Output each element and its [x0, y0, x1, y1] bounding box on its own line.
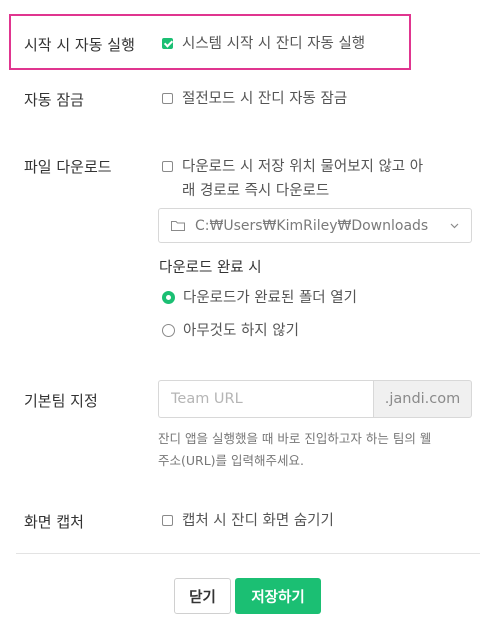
download-path-value: C:₩Users₩KimRiley₩Downloads: [195, 217, 429, 234]
footer-divider: [16, 553, 480, 554]
auto-lock-label: 자동 잠금: [24, 91, 84, 109]
download-path-select[interactable]: C:₩Users₩KimRiley₩Downloads: [158, 208, 472, 243]
team-url-suffix: .jandi.com: [373, 380, 472, 418]
team-url-group: .jandi.com: [158, 380, 472, 418]
auto-lock-option-label: 절전모드 시 잔디 자동 잠금: [182, 91, 348, 107]
auto-start-option-label: 시스템 시작 시 잔디 자동 실행: [182, 36, 366, 52]
team-url-help-line1: 잔디 앱을 실행했을 때 바로 진입하고자 하는 팀의 웰: [158, 431, 432, 446]
screen-capture-checkbox[interactable]: [162, 515, 173, 526]
screen-capture-label: 화면 캡처: [24, 513, 84, 531]
auto-lock-checkbox[interactable]: [162, 93, 173, 104]
team-url-help: 잔디 앱을 실행했을 때 바로 진입하고자 하는 팀의 웰 주소(URL)를 입…: [158, 428, 484, 472]
on-complete-heading: 다운로드 완료 시: [159, 260, 262, 276]
file-download-checkbox[interactable]: [162, 161, 173, 172]
file-download-option[interactable]: 다운로드 시 저장 위치 물어보지 않고 아 래 경로로 즉시 다운로드: [162, 155, 472, 203]
chevron-down-icon: [450, 223, 459, 229]
close-button[interactable]: 닫기: [174, 578, 231, 614]
default-team-label: 기본팀 지정: [24, 392, 98, 410]
file-download-option-line1: 다운로드 시 저장 위치 물어보지 않고 아: [182, 159, 424, 175]
auto-start-checkbox[interactable]: [162, 38, 173, 49]
screen-capture-option[interactable]: 캡처 시 잔디 화면 숨기기: [162, 509, 334, 533]
folder-icon: [171, 221, 185, 231]
save-button[interactable]: 저장하기: [235, 578, 321, 614]
file-download-label: 파일 다운로드: [24, 158, 112, 176]
file-download-option-text: 다운로드 시 저장 위치 물어보지 않고 아 래 경로로 즉시 다운로드: [182, 155, 423, 203]
auto-start-label: 시작 시 자동 실행: [24, 36, 135, 54]
radio-do-nothing[interactable]: 아무것도 하지 않기: [162, 319, 299, 343]
team-url-input[interactable]: [158, 380, 373, 418]
team-url-help-line2: 주소(URL)를 입력해주세요.: [158, 453, 304, 468]
auto-lock-option[interactable]: 절전모드 시 잔디 자동 잠금: [162, 87, 347, 111]
auto-start-option[interactable]: 시스템 시작 시 잔디 자동 실행: [162, 32, 365, 56]
radio-do-nothing-button[interactable]: [162, 324, 175, 337]
screen-capture-option-label: 캡처 시 잔디 화면 숨기기: [182, 513, 334, 529]
radio-open-folder[interactable]: 다운로드가 완료된 폴더 열기: [162, 286, 357, 310]
radio-do-nothing-label: 아무것도 하지 않기: [183, 323, 299, 339]
file-download-option-line2: 래 경로로 즉시 다운로드: [182, 183, 330, 199]
settings-panel: 시작 시 자동 실행 시스템 시작 시 잔디 자동 실행 자동 잠금 절전모드 …: [0, 0, 498, 640]
radio-open-folder-label: 다운로드가 완료된 폴더 열기: [183, 290, 357, 306]
radio-open-folder-button[interactable]: [162, 291, 175, 304]
